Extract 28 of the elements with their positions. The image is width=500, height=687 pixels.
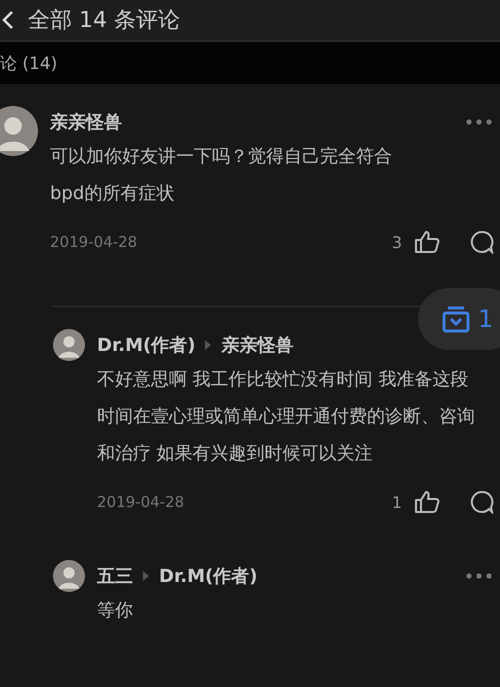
thumbs-up-icon[interactable] (414, 230, 440, 254)
author-name[interactable]: 五三 (97, 564, 133, 588)
comment-date: 2019-04-28 (97, 493, 184, 511)
like-count: 1 (392, 492, 402, 512)
more-icon[interactable] (466, 119, 492, 125)
comment-icon[interactable] (470, 490, 494, 514)
triangle-icon (143, 571, 149, 581)
avatar-icon[interactable] (53, 560, 85, 592)
reply-to-name[interactable]: 亲亲怪兽 (221, 333, 294, 357)
more-icon[interactable] (466, 573, 492, 579)
back-icon[interactable] (2, 10, 14, 30)
author-name[interactable]: Dr.M(作者) (97, 333, 196, 357)
avatar-icon[interactable] (53, 329, 85, 361)
reply-to-name[interactable]: Dr.M(作者) (159, 564, 258, 588)
author-name[interactable]: 亲亲怪兽 (50, 110, 122, 134)
like-count: 3 (392, 232, 402, 252)
avatar-icon[interactable] (0, 106, 38, 156)
thumbs-up-icon[interactable] (414, 490, 440, 514)
triangle-icon (205, 340, 212, 350)
page-title: 全部 14 条评论 (28, 7, 180, 35)
comment-icon[interactable] (470, 230, 494, 254)
comment-text: 不好意思啊 我工作比较忙没有时间 我准备这段时间在壹心理或简单心理开通付费的诊断、咨询和治疗 如果有兴趣到时候可以关注 (97, 368, 476, 466)
section-title: 论 (14) (0, 52, 58, 74)
floating-count: 1 (478, 305, 494, 333)
collapse-icon (442, 305, 470, 333)
comment-text: 可以加你好友讲一下吗？觉得自己完全符合bpd的所有症状 (50, 145, 393, 206)
comment-date: 2019-04-28 (50, 233, 138, 251)
comment-text: 等你 (97, 599, 134, 623)
